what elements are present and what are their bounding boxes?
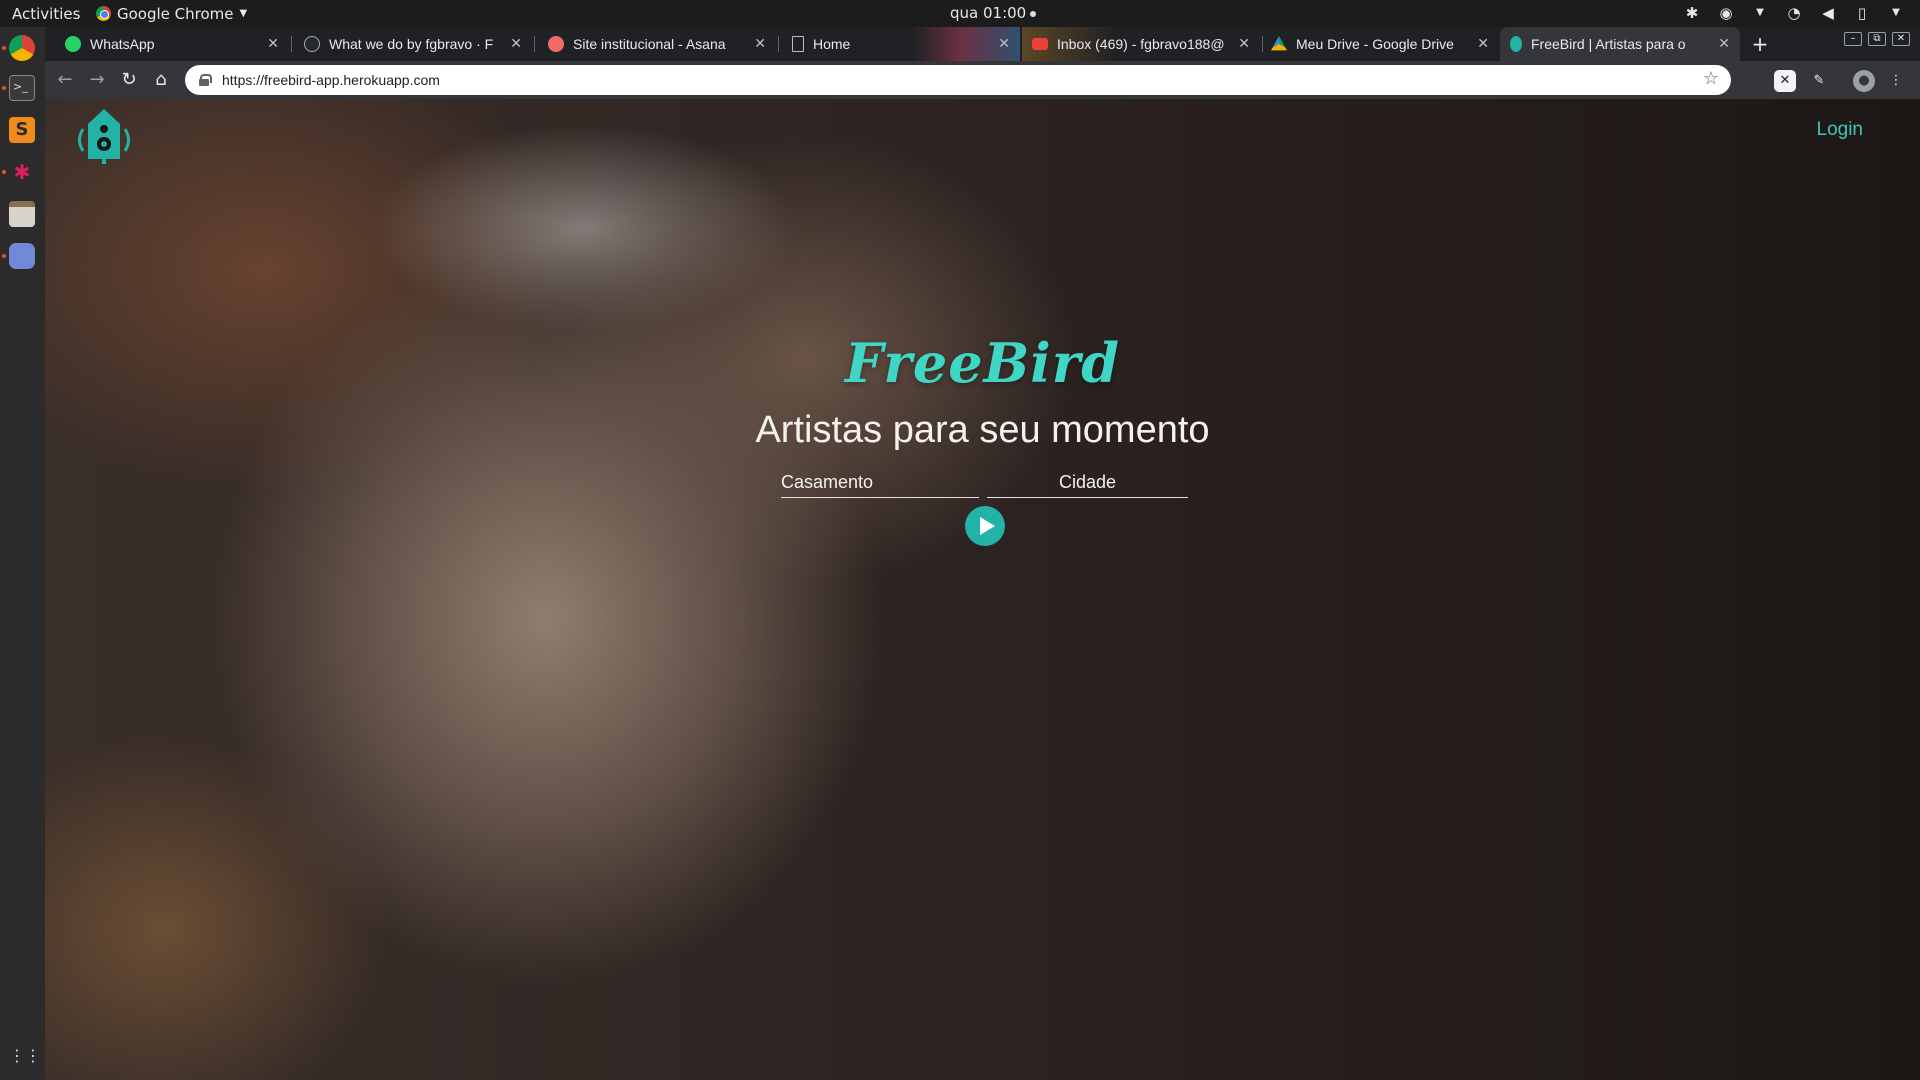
tab-title: Meu Drive - Google Drive (1296, 36, 1454, 52)
close-tab-icon[interactable]: ✕ (1238, 35, 1250, 52)
event-type-input[interactable]: Casamento (781, 472, 979, 498)
freebird-icon (1510, 36, 1522, 52)
forward-icon[interactable]: → (85, 68, 109, 92)
freebird-logo-icon[interactable] (73, 107, 135, 165)
brand-title: FreeBird (845, 331, 1120, 395)
files-dock-icon[interactable] (9, 201, 35, 227)
asana-icon (548, 36, 564, 52)
browser-toolbar: ← → ↻ ⌂ https://freebird-app.herokuapp.c… (45, 61, 1920, 99)
google-drive-icon (1271, 36, 1287, 51)
close-tab-icon[interactable]: ✕ (998, 35, 1010, 52)
slack-tray-icon[interactable]: ✱ (1682, 3, 1702, 23)
tab-separator (778, 36, 779, 52)
tab-title: WhatsApp (90, 36, 155, 52)
home-icon[interactable]: ⌂ (149, 68, 173, 92)
page-icon (792, 36, 804, 52)
system-top-bar: Activities Google Chrome ▼ qua 01:00 ✱ ◉… (0, 0, 1920, 27)
volume-icon[interactable]: ◀ (1818, 3, 1838, 23)
chevron-down-icon[interactable]: ▼ (1750, 3, 1770, 23)
tab-gmail[interactable]: Inbox (469) - fgbravo188@ ✕ (1022, 27, 1260, 61)
tab-freebird[interactable]: FreeBird | Artistas para o ✕ (1500, 27, 1740, 61)
app-menu-label: Google Chrome (117, 4, 234, 23)
whatsapp-icon (65, 36, 81, 52)
running-indicator-icon (2, 254, 6, 258)
pen-extension-icon[interactable]: ✎ (1808, 70, 1830, 92)
battery-icon[interactable]: ▯ (1852, 3, 1872, 23)
recording-indicator-icon (1030, 10, 1037, 17)
discord-tray-icon[interactable]: ◉ (1716, 3, 1736, 23)
clock[interactable]: qua 01:00 (950, 4, 1037, 22)
tab-title: Inbox (469) - fgbravo188@ (1057, 36, 1225, 52)
freebird-landing-page: Login FreeBird Artistas para seu momento… (45, 99, 1920, 1080)
close-tab-icon[interactable]: ✕ (1718, 35, 1730, 52)
chrome-dock-icon[interactable] (9, 35, 35, 61)
chrome-icon (96, 6, 111, 21)
browser-menu-icon[interactable]: ⋮ (1885, 70, 1907, 92)
tab-separator (291, 36, 292, 52)
tagline: Artistas para seu momento (755, 409, 1210, 451)
tab-title: Home (813, 36, 851, 52)
bookmark-star-icon[interactable]: ☆ (1703, 68, 1719, 89)
reload-icon[interactable]: ↻ (117, 68, 141, 92)
city-input[interactable]: Cidade (987, 472, 1188, 498)
tab-whatsapp[interactable]: WhatsApp ✕ (55, 27, 289, 61)
gmail-icon (1032, 38, 1048, 50)
tab-home[interactable]: Home ✕ (782, 27, 1020, 61)
close-tab-icon[interactable]: ✕ (754, 35, 766, 52)
wifi-icon[interactable]: ◔ (1784, 3, 1804, 23)
activities-button[interactable]: Activities (0, 5, 96, 23)
tab-asana[interactable]: Site institucional - Asana ✕ (538, 27, 776, 61)
sublime-dock-icon[interactable]: S (9, 117, 35, 143)
search-play-button[interactable] (965, 506, 1005, 546)
new-tab-button[interactable]: + (1747, 31, 1773, 57)
close-tab-icon[interactable]: ✕ (267, 35, 279, 52)
running-indicator-icon (2, 170, 6, 174)
system-menu-chevron-icon[interactable]: ▼ (1886, 3, 1906, 23)
show-applications-icon[interactable]: ⋮⋮ (9, 1043, 41, 1069)
tab-strip: WhatsApp ✕ What we do by fgbravo · F ✕ S… (45, 27, 1920, 61)
tab-title: FreeBird | Artistas para o (1531, 36, 1686, 52)
restore-window-icon[interactable]: ⧉ (1868, 32, 1886, 46)
login-link[interactable]: Login (1817, 119, 1864, 141)
slack-dock-icon[interactable]: ✱ (9, 159, 35, 185)
lock-icon (199, 74, 212, 86)
app-menu[interactable]: Google Chrome ▼ (96, 5, 247, 23)
running-indicator-icon (2, 46, 6, 50)
tab-github[interactable]: What we do by fgbravo · F ✕ (294, 27, 532, 61)
url-text: https://freebird-app.herokuapp.com (222, 72, 440, 88)
profile-avatar[interactable]: ● (1853, 70, 1875, 92)
clock-label: qua 01:00 (950, 4, 1027, 22)
minimize-window-icon[interactable]: – (1844, 32, 1862, 46)
discord-dock-icon[interactable] (9, 243, 35, 269)
terminal-dock-icon[interactable]: >_ (9, 75, 35, 101)
close-tab-icon[interactable]: ✕ (510, 35, 522, 52)
system-tray: ✱ ◉ ▼ ◔ ◀ ▯ ▼ (1682, 3, 1906, 23)
chevron-down-icon: ▼ (239, 8, 248, 19)
extension-icon[interactable]: ✕ (1774, 70, 1796, 92)
tab-separator (534, 36, 535, 52)
tab-google-drive[interactable]: Meu Drive - Google Drive ✕ (1261, 27, 1499, 61)
dock: >_ S ✱ ⋮⋮ (0, 27, 45, 1080)
back-icon[interactable]: ← (53, 68, 77, 92)
running-indicator-icon (2, 86, 6, 90)
close-window-icon[interactable]: ✕ (1892, 32, 1910, 46)
address-bar[interactable]: https://freebird-app.herokuapp.com ☆ (185, 65, 1731, 95)
close-tab-icon[interactable]: ✕ (1477, 35, 1489, 52)
github-icon (304, 36, 320, 52)
tab-title: What we do by fgbravo · F (329, 36, 494, 52)
tab-title: Site institucional - Asana (573, 36, 726, 52)
